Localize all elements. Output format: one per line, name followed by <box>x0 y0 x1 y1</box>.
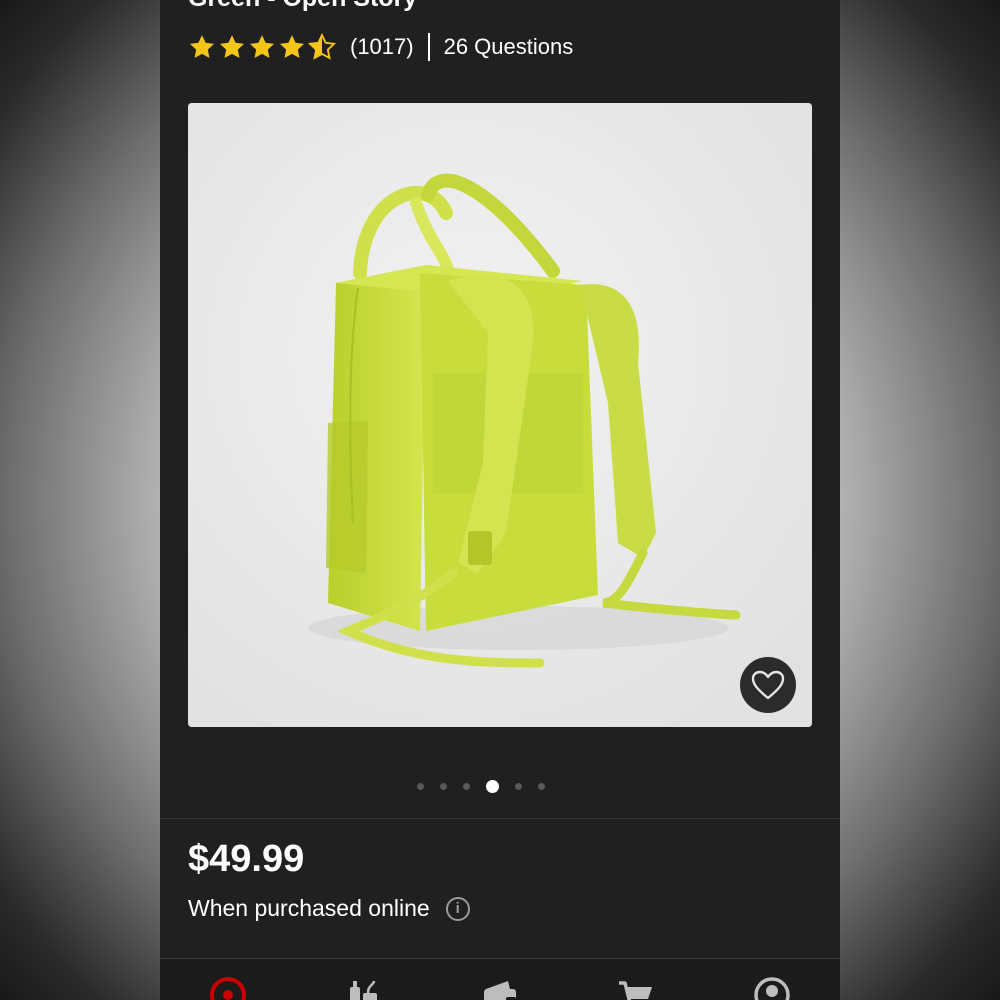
half-star-icon <box>308 33 336 60</box>
wallet-icon[interactable] <box>480 975 520 1000</box>
account-icon[interactable] <box>752 975 792 1000</box>
product-image-carousel[interactable] <box>188 103 812 727</box>
star-icon <box>219 35 245 58</box>
price: $49.99 <box>188 838 305 880</box>
product-title: Green - Open Story™ <box>188 0 442 13</box>
questions-link[interactable]: 26 Questions <box>444 34 574 60</box>
carousel-dot[interactable] <box>440 783 447 790</box>
product-page: Green - Open Story™ (1017) 26 Questions <box>160 0 840 1000</box>
rating-divider <box>427 33 430 61</box>
cart-icon[interactable] <box>616 975 656 1000</box>
rating-stars[interactable] <box>188 33 336 61</box>
carousel-dot[interactable] <box>538 783 545 790</box>
purchase-note: When purchased online <box>188 895 430 921</box>
product-image <box>188 103 812 727</box>
categories-icon[interactable] <box>344 975 384 1000</box>
favorite-button[interactable] <box>740 657 796 713</box>
star-icon <box>249 35 275 58</box>
info-icon[interactable]: i <box>445 896 470 921</box>
star-icon <box>279 35 305 58</box>
star-icon <box>189 35 215 58</box>
purchase-row: When purchased online i <box>188 895 470 922</box>
carousel-dot[interactable] <box>463 783 470 790</box>
bottom-nav <box>160 958 840 1000</box>
heart-icon <box>751 670 785 700</box>
section-divider <box>160 818 840 819</box>
review-count-link[interactable]: (1017) <box>350 34 414 60</box>
carousel-dot[interactable] <box>515 783 522 790</box>
home-icon[interactable] <box>208 975 248 1000</box>
carousel-dot[interactable] <box>417 783 424 790</box>
rating-row: (1017) 26 Questions <box>188 32 573 62</box>
carousel-dots <box>160 780 840 793</box>
carousel-dot[interactable] <box>486 780 499 793</box>
